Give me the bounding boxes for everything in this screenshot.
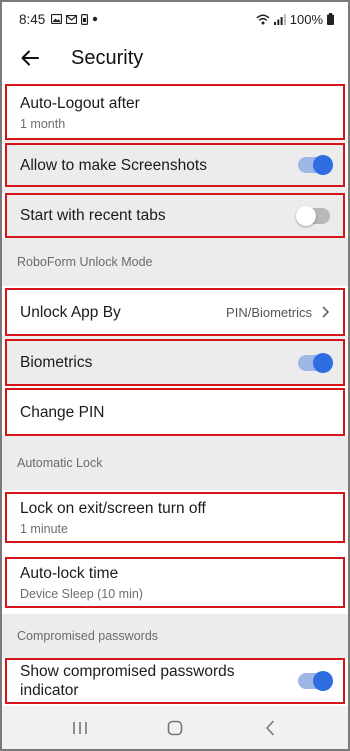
auto-lock-time-title: Auto-lock time — [20, 565, 119, 582]
lock-on-exit-value: 1 minute — [20, 522, 68, 536]
section-header-compromised: Compromised passwords — [2, 614, 348, 658]
back-button[interactable] — [5, 36, 55, 80]
biometrics-setting[interactable]: Biometrics — [5, 339, 345, 386]
lock-on-exit-title: Lock on exit/screen turn off — [20, 500, 206, 517]
status-bar-right: 100% — [256, 12, 334, 27]
dot-icon — [93, 16, 98, 22]
mail-icon — [66, 14, 78, 24]
auto-lock-time-text: Auto-lock time Device Sleep (10 min) — [20, 564, 143, 601]
wifi-icon — [256, 14, 270, 24]
nav-back-icon — [266, 720, 275, 735]
toggle-knob — [313, 155, 333, 175]
gallery-icon — [51, 14, 63, 24]
recents-icon — [72, 721, 87, 734]
home-button[interactable] — [155, 713, 195, 743]
screenshots-title: Allow to make Screenshots — [20, 156, 207, 174]
auto-logout-value: 1 month — [20, 116, 66, 131]
section-header-automatic-lock: Automatic Lock — [2, 436, 348, 490]
nav-back-button[interactable] — [250, 713, 290, 743]
change-pin-title: Change PIN — [20, 403, 105, 421]
sim-icon — [81, 13, 89, 25]
battery-percent: 100% — [289, 11, 323, 27]
toggle-knob — [313, 352, 333, 373]
compromised-indicator-setting[interactable]: Show compromised passwords indicator — [5, 658, 345, 704]
app-bar: Security — [2, 36, 348, 80]
lock-on-exit-text: Lock on exit/screen turn off 1 minute — [20, 499, 206, 536]
battery-icon — [327, 13, 334, 25]
recent-tabs-title: Start with recent tabs — [20, 207, 166, 224]
section-title: Automatic Lock — [17, 456, 103, 470]
unlock-app-by-value-group: PIN/Biometrics — [226, 305, 330, 320]
lock-on-exit-setting[interactable]: Lock on exit/screen turn off 1 minute — [5, 492, 345, 543]
phone-screen: 8:45 100% Security Auto-Logout after 1 m… — [2, 2, 348, 749]
toggle-knob — [296, 205, 316, 226]
arrow-left-icon — [21, 50, 39, 66]
recent-tabs-setting[interactable]: Start with recent tabs — [5, 193, 345, 238]
auto-logout-setting[interactable]: Auto-Logout after 1 month — [5, 84, 345, 140]
biometrics-title: Biometrics — [20, 354, 93, 371]
section-title: Compromised passwords — [17, 629, 159, 643]
recent-tabs-toggle[interactable] — [296, 205, 330, 226]
notification-icons — [51, 13, 98, 25]
unlock-app-by-value: PIN/Biometrics — [226, 304, 312, 320]
screenshots-setting[interactable]: Allow to make Screenshots — [5, 143, 345, 187]
status-time: 8:45 — [19, 11, 46, 27]
auto-lock-time-setting[interactable]: Auto-lock time Device Sleep (10 min) — [5, 557, 345, 608]
auto-logout-title: Auto-Logout after — [20, 94, 140, 112]
page-title: Security — [71, 46, 144, 69]
auto-logout-text: Auto-Logout after 1 month — [20, 94, 140, 131]
section-title: RoboForm Unlock Mode — [17, 255, 153, 269]
toggle-knob — [313, 671, 333, 691]
status-bar: 8:45 100% — [2, 2, 348, 36]
navigation-bar — [2, 706, 348, 749]
section-header-unlock-mode: RoboForm Unlock Mode — [2, 238, 348, 286]
biometrics-toggle[interactable] — [298, 352, 333, 373]
chevron-right-icon — [322, 306, 329, 318]
signal-icon — [273, 13, 286, 25]
auto-lock-time-value: Device Sleep (10 min) — [20, 587, 143, 601]
unlock-app-by-title: Unlock App By — [20, 303, 121, 321]
unlock-app-by-setting[interactable]: Unlock App By PIN/Biometrics — [5, 288, 345, 336]
recents-button[interactable] — [60, 713, 100, 743]
compromised-indicator-title: Show compromised passwords indicator — [20, 663, 235, 699]
screenshots-toggle[interactable] — [298, 155, 333, 175]
home-icon — [167, 720, 183, 735]
status-bar-left: 8:45 — [19, 12, 98, 27]
change-pin-setting[interactable]: Change PIN — [5, 388, 345, 436]
compromised-indicator-toggle[interactable] — [298, 671, 333, 691]
